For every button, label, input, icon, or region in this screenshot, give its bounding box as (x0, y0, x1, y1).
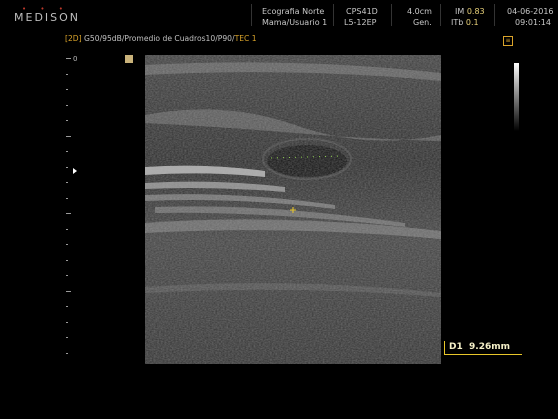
ruler-tick (66, 135, 71, 137)
depth-value: 4.0cm (407, 7, 432, 16)
ruler-tick (66, 166, 68, 168)
menu-icon[interactable]: ≡ (503, 36, 513, 46)
ruler-tick (66, 306, 68, 307)
ruler-tick (66, 120, 68, 121)
preset-name: L5-12EP (344, 18, 377, 27)
divider (494, 4, 495, 26)
itb-value: 0.1 (465, 18, 479, 27)
focus-marker-icon[interactable] (73, 168, 77, 174)
ruler-tick (66, 244, 68, 245)
ruler-tick (66, 151, 68, 152)
exam-time: 09:01:14 (515, 18, 551, 27)
mode-label: [2D] (65, 34, 82, 43)
ultrasound-scan (145, 55, 441, 364)
probe-name: CPS41D (346, 7, 378, 16)
ruler-tick (66, 352, 68, 354)
top-bar: • • • MEDISON Ecografia Norte Mama/Usuar… (0, 0, 558, 30)
ruler-tick (66, 228, 68, 230)
orientation-marker (125, 55, 133, 63)
mi-readout: IM 0.83 (455, 7, 485, 16)
grayscale-bar (514, 63, 519, 131)
depth-zero-label: 0 (73, 55, 78, 63)
imaging-parameters: [2D] G50/95dB/Promedio de Cuadros10/P90/… (65, 34, 257, 43)
ruler-tick (66, 197, 68, 199)
ruler-tick (66, 89, 68, 90)
divider (440, 4, 441, 26)
depth-sub: Gen. (413, 18, 432, 27)
ruler-tick (66, 259, 68, 261)
itb-readout: ITb 0.1 (451, 18, 479, 27)
ruler-tick (66, 182, 68, 183)
divider (391, 4, 392, 26)
depth-ruler (66, 58, 80, 358)
patient-name: Mama/Usuario 1 (262, 18, 328, 27)
ruler-tick (66, 275, 68, 276)
exam-date: 04-06-2016 (507, 7, 554, 16)
mi-value: 0.83 (466, 7, 485, 16)
ruler-tick (66, 213, 71, 214)
ruler-tick (66, 104, 68, 106)
ultrasound-image[interactable] (145, 55, 441, 364)
settings-text: G50/95dB/Promedio de Cuadros10/P90/ (84, 34, 235, 43)
divider (251, 4, 252, 26)
ruler-tick (66, 58, 71, 59)
divider (333, 4, 334, 26)
measurement-value: 9.26mm (469, 342, 510, 352)
measurement-label: D1 (449, 342, 463, 352)
ruler-tick (66, 73, 68, 75)
ruler-tick (66, 321, 68, 323)
brand-logo: MEDISON (14, 11, 81, 24)
mi-label: IM (455, 7, 465, 16)
ruler-tick (66, 337, 68, 338)
itb-label: ITb (451, 18, 464, 27)
tec-label: TEC 1 (234, 34, 257, 43)
measurement-readout: D1 9.26mm (449, 342, 510, 352)
hospital-name: Ecografia Norte (262, 7, 325, 16)
ruler-tick (66, 290, 71, 292)
